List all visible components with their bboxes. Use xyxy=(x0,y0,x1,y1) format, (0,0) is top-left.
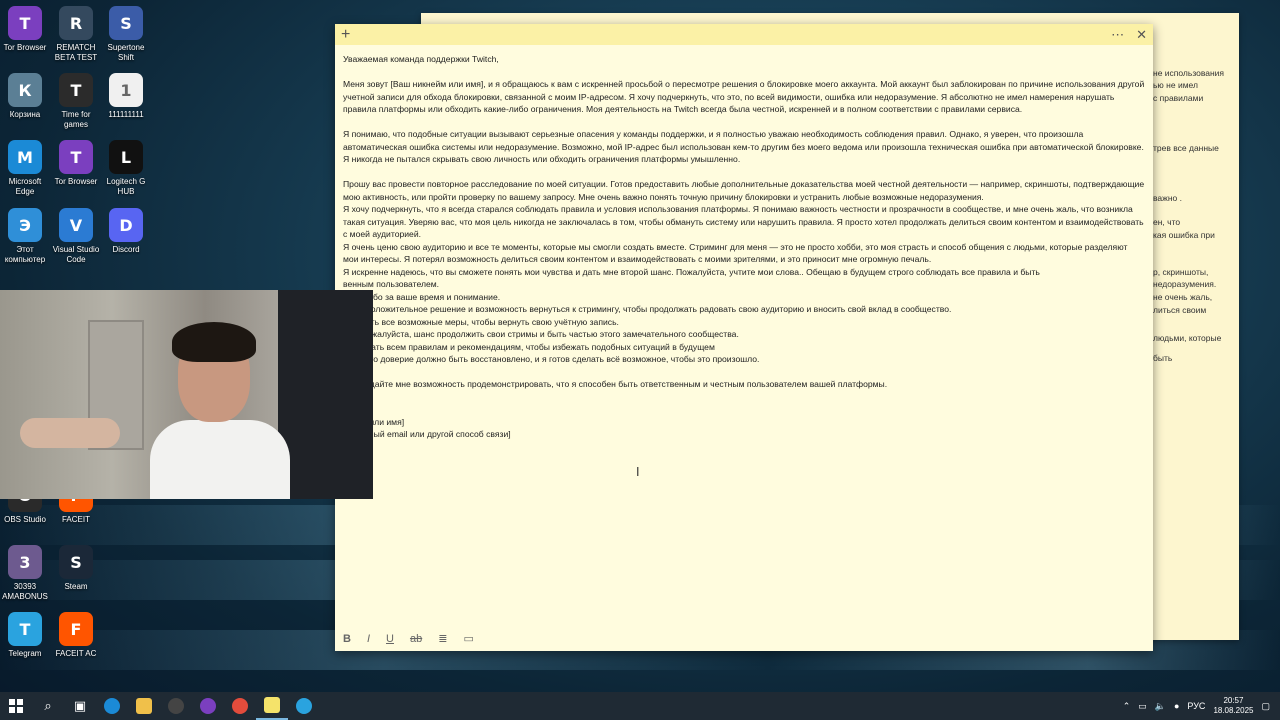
file-icon: 1 xyxy=(109,73,143,107)
note-paragraph: ением, кнейм или имя] онтактный email ил… xyxy=(343,404,511,439)
supertone-icon: S xyxy=(109,6,143,40)
desktop-icon-label: Steam xyxy=(64,582,88,591)
rematch-icon: R xyxy=(59,6,93,40)
underline-button[interactable]: U xyxy=(386,633,394,645)
webcam-gaming-chair xyxy=(278,290,373,499)
start-button[interactable] xyxy=(0,692,32,720)
desktop-icon-label: 111111111 xyxy=(108,110,144,119)
background-note-line: ен, что xyxy=(1153,217,1181,227)
desktop-icon-label: Microsoft Edge xyxy=(8,177,42,196)
background-note-line: р, скриншоты, xyxy=(1153,267,1209,277)
desktop-icon-label: Корзина xyxy=(9,110,41,119)
tray-chevron-up-icon[interactable]: ⌃ xyxy=(1123,701,1131,712)
desktop-icon[interactable]: F FACEIT AC xyxy=(45,612,107,659)
clock[interactable]: 20:57 18.08.2025 xyxy=(1213,696,1253,716)
tor-browser-icon: T xyxy=(8,6,42,40)
desktop-icon-label: Telegram xyxy=(8,649,42,658)
taskbar-sticky-notes[interactable] xyxy=(256,692,288,720)
bullet-list-button[interactable]: ≣ xyxy=(438,632,447,645)
insert-image-button[interactable]: ▭ xyxy=(463,632,473,645)
amabonus-icon: 3 xyxy=(8,545,42,579)
desktop-icon-label: Tor Browser xyxy=(54,177,98,186)
text-cursor-icon: I xyxy=(636,465,640,479)
computer-icon: Э xyxy=(8,208,42,242)
note-paragraph: Я понимаю, что подобные ситуации вызываю… xyxy=(343,129,1144,164)
background-note-line: людьми, которые xyxy=(1153,333,1222,343)
desktop-icon-label: FACEIT AC xyxy=(55,649,97,658)
tray-volume-icon[interactable]: 🔈 xyxy=(1155,701,1166,712)
faceit-ac-icon: F xyxy=(59,612,93,646)
taskbar-chrome[interactable] xyxy=(224,692,256,720)
bold-button[interactable]: B xyxy=(343,633,351,645)
logitech-icon: L xyxy=(109,140,143,174)
search-icon[interactable]: ⌕ xyxy=(32,692,64,720)
webcam-streamer xyxy=(150,322,290,499)
desktop-icon-label: Discord xyxy=(112,245,140,254)
new-note-icon[interactable]: + xyxy=(341,26,355,44)
desktop-icon-label: Этот компьютер xyxy=(4,245,46,264)
steam-icon: S xyxy=(59,545,93,579)
recycle-bin-icon: К xyxy=(8,73,42,107)
notifications-icon[interactable]: ▢ xyxy=(1261,701,1270,712)
background-note-line: быть xyxy=(1153,353,1173,363)
background-note-line: не очень жаль, xyxy=(1153,292,1213,302)
desktop-icon-label: Supertone Shift xyxy=(107,43,145,62)
note-header: + ⋯ ✕ xyxy=(335,24,1153,45)
tray-mic-icon[interactable]: ● xyxy=(1174,701,1179,711)
system-tray: ⌃ ▭ 🔈 ● РУС 20:57 18.08.2025 ▢ xyxy=(1123,696,1280,716)
taskbar-explorer[interactable] xyxy=(128,692,160,720)
desktop-icon[interactable]: D Discord xyxy=(95,208,157,255)
taskbar-edge[interactable] xyxy=(96,692,128,720)
strikethrough-button[interactable]: ab xyxy=(410,633,422,645)
taskbar-app[interactable] xyxy=(160,692,192,720)
background-note-line: важно . xyxy=(1153,193,1182,203)
time-for-games-icon: T xyxy=(59,73,93,107)
tray-network-icon[interactable]: ▭ xyxy=(1138,701,1147,712)
clock-time: 20:57 xyxy=(1223,696,1244,705)
background-note-line: ью не имел xyxy=(1153,80,1198,90)
windows-icon xyxy=(9,699,23,713)
tor-browser-icon: T xyxy=(59,140,93,174)
desktop-icon-label: Tor Browser xyxy=(3,43,47,52)
edge-icon: M xyxy=(8,140,42,174)
webcam-overlay xyxy=(0,290,373,499)
desktop-icon[interactable]: 1 111111111 xyxy=(95,73,157,120)
sticky-note-window[interactable]: + ⋯ ✕ Уважаемая команда поддержки Twitch… xyxy=(335,24,1153,651)
italic-button[interactable]: I xyxy=(367,633,370,645)
language-indicator[interactable]: РУС xyxy=(1187,701,1205,711)
background-note-line: недоразумения. xyxy=(1153,279,1217,289)
background-note-line: кая ошибка при xyxy=(1153,230,1215,240)
note-paragraph: Прошу вас провести повторное расследован… xyxy=(343,179,1145,364)
format-toolbar: B I U ab ≣ ▭ xyxy=(343,632,474,646)
webcam-background-person xyxy=(20,418,120,448)
note-text-area[interactable]: Уважаемая команда поддержки Twitch, Меня… xyxy=(335,45,1153,441)
discord-icon: D xyxy=(109,208,143,242)
clock-date: 18.08.2025 xyxy=(1213,706,1254,715)
note-greeting: Уважаемая команда поддержки Twitch, xyxy=(343,54,499,64)
taskbar: ⌕ ▣ ⌃ ▭ 🔈 ● РУС 20:57 18.08.2025 ▢ xyxy=(0,692,1280,720)
desktop-icon-label: 30393 AMABONUS xyxy=(2,582,48,601)
background-note-line: трев все данные xyxy=(1153,143,1219,153)
desktop-icon[interactable]: S Steam xyxy=(45,545,107,592)
background-note-line: литься своим xyxy=(1153,305,1207,315)
close-icon[interactable]: ✕ xyxy=(1136,27,1147,43)
desktop-icon-label: Logitech G HUB xyxy=(106,177,146,196)
task-view-icon[interactable]: ▣ xyxy=(64,692,96,720)
desktop-icon[interactable]: S Supertone Shift xyxy=(95,6,157,63)
desktop-icon-label: Visual Studio Code xyxy=(52,245,100,264)
taskbar-telegram[interactable] xyxy=(288,692,320,720)
background-note-line: не использования xyxy=(1153,68,1225,78)
desktop-icon-label: Time for games xyxy=(61,110,91,129)
desktop-icon[interactable]: L Logitech G HUB xyxy=(95,140,157,197)
desktop-icon-label: OBS Studio xyxy=(4,515,46,524)
note-paragraph: Меня зовут [Ваш никнейм или имя], и я об… xyxy=(343,79,1145,114)
desktop-icon-label: FACEIT xyxy=(61,515,90,524)
desktop-icon-label: REMATCH BETA TEST xyxy=(54,43,98,62)
background-note-line: с правилами xyxy=(1153,93,1204,103)
telegram-icon: T xyxy=(8,612,42,646)
taskbar-tor[interactable] xyxy=(192,692,224,720)
more-options-icon[interactable]: ⋯ xyxy=(1111,27,1124,43)
vscode-icon: V xyxy=(59,208,93,242)
note-paragraph: уйста, дайте мне возможность продемонстр… xyxy=(343,379,888,389)
